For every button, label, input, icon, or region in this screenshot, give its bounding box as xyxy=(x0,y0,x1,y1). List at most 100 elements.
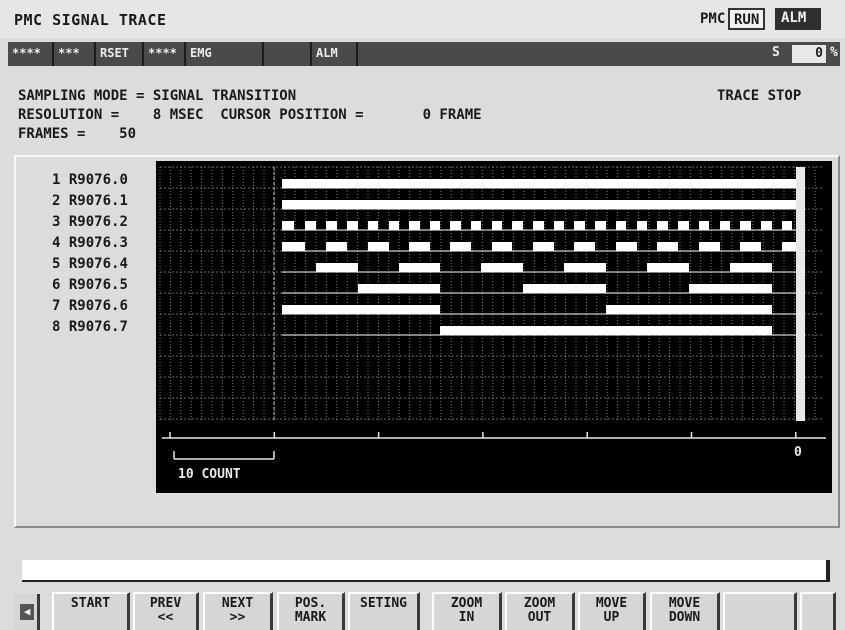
softkey[interactable]: ZOOM OUT xyxy=(505,592,575,630)
softkey-label: MOVE xyxy=(668,596,701,611)
signal-label[interactable]: 2 R9076.1 xyxy=(52,193,128,209)
softkey[interactable]: NEXT >> xyxy=(203,592,273,630)
softkey-bar: ◀ START PREV << NEXT >> POS. MARK SETING ZOOM IN Z… xyxy=(0,588,845,630)
pmc-screen: PMC SIGNAL TRACE PMC RUN ALM **** *** RS… xyxy=(0,0,845,630)
signal-high-segment xyxy=(689,284,772,293)
signal-high-segment xyxy=(678,221,689,230)
return-arrow-icon: ◀ xyxy=(20,604,34,620)
signal-high-segment xyxy=(647,263,689,272)
signal-high-segment xyxy=(305,221,316,230)
signal-label[interactable]: 4 R9076.3 xyxy=(52,235,128,251)
title-bar: PMC SIGNAL TRACE PMC RUN ALM xyxy=(0,0,845,38)
signal-high-segment xyxy=(316,263,358,272)
signal-high-segment xyxy=(368,221,378,230)
softkey[interactable]: POS. MARK xyxy=(277,592,345,630)
signal-high-segment xyxy=(440,326,772,335)
signal-high-segment xyxy=(730,263,772,272)
signal-trace-graph[interactable]: 10 COUNT 0 xyxy=(156,161,832,493)
softkey-label: MARK xyxy=(294,610,327,625)
signal-number: 3 xyxy=(52,214,61,230)
resolution-cursor-text: RESOLUTION = 8 MSEC CURSOR POSITION = 0 … xyxy=(18,107,482,123)
trace-state-text: TRACE STOP xyxy=(717,88,802,104)
softkey[interactable] xyxy=(723,592,797,630)
signal-high-segment xyxy=(616,221,626,230)
signal-high-segment xyxy=(574,242,595,251)
signal-high-segment xyxy=(657,221,668,230)
signal-high-segment xyxy=(389,221,399,230)
signal-high-segment xyxy=(616,242,637,251)
softkey-label: SETING xyxy=(360,596,407,611)
signal-high-segment xyxy=(282,221,294,230)
signal-high-segment xyxy=(430,221,440,230)
signal-high-segment xyxy=(637,221,647,230)
signal-high-segment xyxy=(282,305,440,314)
signal-high-segment xyxy=(657,242,678,251)
signal-label[interactable]: 8 R9076.7 xyxy=(52,319,128,335)
softkey-label: NEXT xyxy=(221,596,254,611)
alarm-status-cell: ALM xyxy=(312,42,358,66)
softkey-label: >> xyxy=(229,610,246,625)
signal-address: R9076.2 xyxy=(68,214,128,230)
run-status-badge: RUN xyxy=(728,8,766,30)
trace-cursor[interactable] xyxy=(796,167,805,421)
signal-high-segment xyxy=(347,221,358,230)
reset-status-cell: RSET xyxy=(96,42,144,66)
signal-label[interactable]: 3 R9076.2 xyxy=(52,214,128,230)
status-cell: **** xyxy=(8,42,54,66)
signal-high-segment xyxy=(740,242,761,251)
signal-high-segment xyxy=(326,221,337,230)
pmc-label: PMC xyxy=(700,11,726,27)
signal-high-segment xyxy=(481,263,523,272)
softkey[interactable]: ZOOM IN xyxy=(432,592,502,630)
spindle-label: S xyxy=(772,45,780,60)
signal-high-segment xyxy=(450,242,471,251)
signal-high-segment xyxy=(699,221,709,230)
signal-address: R9076.0 xyxy=(68,172,128,188)
message-bar xyxy=(22,560,830,582)
signal-high-segment xyxy=(595,221,606,230)
signal-high-segment xyxy=(512,221,523,230)
softkey-label: POS. xyxy=(294,596,327,611)
status-cell: *** xyxy=(54,42,96,66)
softkey[interactable]: SETING xyxy=(348,592,420,630)
softkey[interactable]: START xyxy=(52,592,130,630)
signal-number: 8 xyxy=(52,319,61,335)
signal-high-segment xyxy=(606,305,772,314)
signal-label[interactable]: 1 R9076.0 xyxy=(52,172,128,188)
signal-address: R9076.5 xyxy=(68,277,128,293)
signal-high-segment xyxy=(326,242,347,251)
softkey[interactable]: MOVE UP xyxy=(578,592,646,630)
signal-number: 4 xyxy=(52,235,61,251)
signal-high-segment xyxy=(471,221,481,230)
signal-label[interactable]: 5 R9076.4 xyxy=(52,256,128,272)
signal-high-segment xyxy=(492,221,502,230)
softkey-label: OUT xyxy=(527,610,552,625)
signal-number: 5 xyxy=(52,256,61,272)
return-softkey[interactable]: ◀ xyxy=(14,594,40,630)
signal-high-segment xyxy=(699,242,720,251)
signal-high-segment xyxy=(720,221,730,230)
status-cell: **** xyxy=(144,42,186,66)
signal-high-segment xyxy=(492,242,512,251)
status-cell xyxy=(264,42,312,66)
signal-high-segment xyxy=(450,221,461,230)
signal-high-segment xyxy=(740,221,751,230)
signal-address: R9076.1 xyxy=(68,193,128,209)
signal-number: 6 xyxy=(52,277,61,293)
softkey-label: UP xyxy=(603,610,620,625)
softkey-label: MOVE xyxy=(595,596,628,611)
softkey-label: IN xyxy=(458,610,475,625)
signal-label[interactable]: 6 R9076.5 xyxy=(52,277,128,293)
signal-high-segment xyxy=(282,242,305,251)
signal-high-segment xyxy=(554,221,564,230)
softkey-label: ZOOM xyxy=(523,596,556,611)
signal-high-segment xyxy=(399,263,440,272)
softkey[interactable]: MOVE DOWN xyxy=(650,592,720,630)
softkey[interactable] xyxy=(800,592,836,630)
softkey[interactable]: PREV << xyxy=(133,592,199,630)
signal-high-segment xyxy=(564,263,606,272)
cursor-position-label: 0 xyxy=(794,445,802,460)
emergency-status-cell: EMG xyxy=(186,42,264,66)
signal-high-segment xyxy=(533,242,554,251)
signal-label[interactable]: 7 R9076.6 xyxy=(52,298,128,314)
